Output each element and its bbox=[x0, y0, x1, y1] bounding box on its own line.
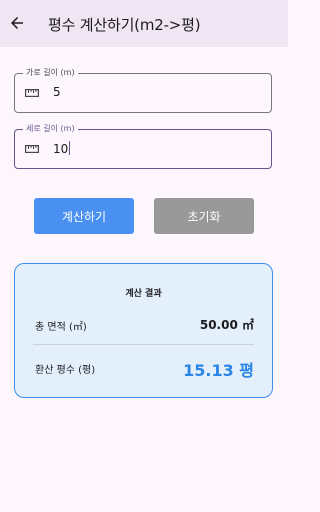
page-title: 평수 계산하기(m2->평) bbox=[48, 16, 201, 34]
result-title: 계산 결과 bbox=[125, 289, 162, 299]
length-input[interactable]: 10 bbox=[53, 142, 68, 156]
width-field-label: 가로 길이 (m) bbox=[23, 67, 78, 79]
app-bar: 평수 계산하기(m2->평) bbox=[0, 0, 288, 47]
width-field[interactable]: 가로 길이 (m) 5 bbox=[14, 67, 272, 113]
calculate-button[interactable]: 계산하기 bbox=[34, 198, 134, 234]
ruler-icon bbox=[25, 89, 39, 98]
result-card: 계산 결과 총 면적 (㎡) 50.00 ㎡ 환산 평수 (평) 15.13 평 bbox=[14, 263, 273, 398]
area-value: 50.00 ㎡ bbox=[199, 318, 254, 332]
length-input-wrap[interactable]: 10 bbox=[53, 141, 71, 156]
pyeong-value: 15.13 평 bbox=[183, 361, 254, 380]
text-cursor bbox=[69, 141, 71, 155]
arrow-left-icon[interactable] bbox=[8, 14, 26, 32]
pyeong-label: 환산 평수 (평) bbox=[35, 365, 96, 376]
length-field[interactable]: 세로 길이 (m) 10 bbox=[14, 123, 272, 169]
length-field-label: 세로 길이 (m) bbox=[23, 123, 78, 135]
result-divider bbox=[33, 344, 254, 345]
ruler-icon bbox=[25, 145, 39, 154]
area-label: 총 면적 (㎡) bbox=[35, 322, 87, 333]
width-input[interactable]: 5 bbox=[53, 85, 61, 99]
reset-button[interactable]: 초기화 bbox=[154, 198, 254, 234]
